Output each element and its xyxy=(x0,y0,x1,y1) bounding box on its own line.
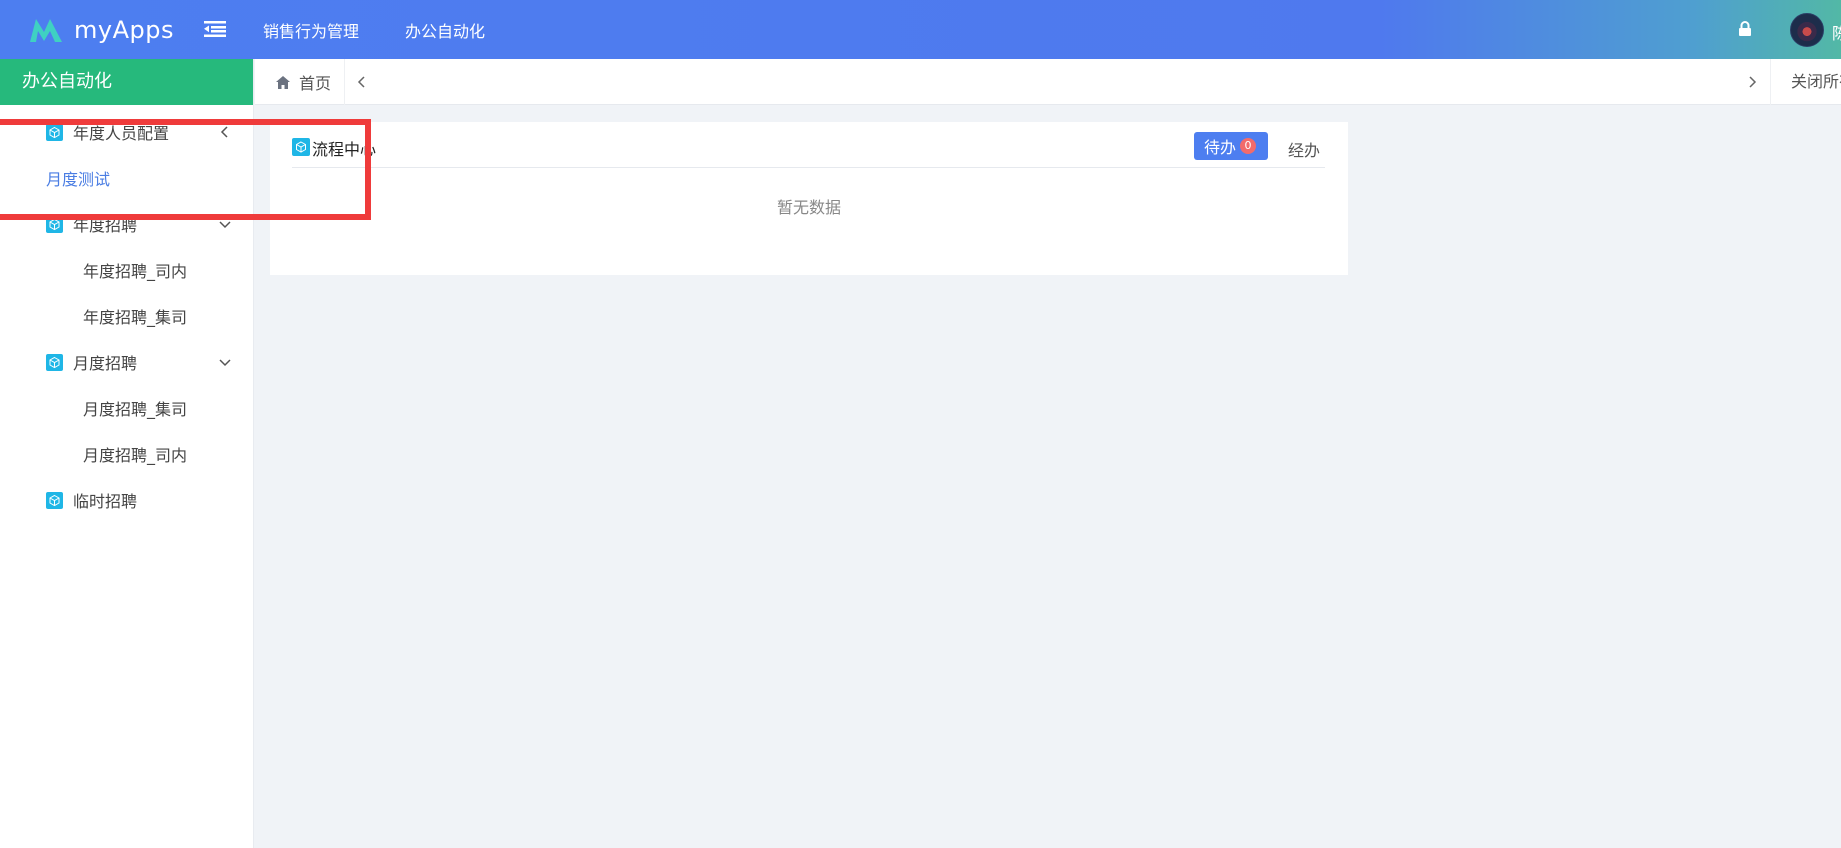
top-header: myApps 销售行为管理 办公自动化 陈 xyxy=(0,0,1841,59)
home-icon xyxy=(276,75,290,89)
sidebar-item-monthly-recruit-group[interactable]: 月度招聘_集司 xyxy=(0,393,254,423)
sidebar-item-label: 年度招聘_集司 xyxy=(83,308,188,327)
cube-icon xyxy=(46,491,63,509)
lock-icon[interactable] xyxy=(1738,21,1752,37)
cube-icon xyxy=(46,353,63,371)
card-header: 流程中心 待办 0 经办 xyxy=(292,122,1325,168)
close-all-tabs-button[interactable]: 关闭所有 xyxy=(1770,59,1841,105)
empty-state-text: 暂无数据 xyxy=(776,198,841,217)
tab-bar: 首页 关闭所有 xyxy=(255,59,1841,105)
sidebar-item-annual-recruit-group[interactable]: 年度招聘_集司 xyxy=(0,301,254,331)
sidebar-item-label: 月度招聘_集司 xyxy=(83,400,188,419)
tab-done[interactable]: 经办 xyxy=(1288,137,1320,161)
chevron-right-icon[interactable] xyxy=(1745,74,1759,90)
chevron-left-icon[interactable] xyxy=(355,74,369,90)
todo-count-badge: 0 xyxy=(1240,138,1257,154)
sidebar-item-label: 临时招聘 xyxy=(73,492,138,511)
sidebar-item-annual-recruit-internal[interactable]: 年度招聘_司内 xyxy=(0,255,254,285)
sidebar-title: 办公自动化 xyxy=(0,59,253,105)
user-name[interactable]: 陈 xyxy=(1832,20,1841,44)
sidebar-item-monthly-recruit-internal[interactable]: 月度招聘_司内 xyxy=(0,439,254,469)
sidebar-item-label: 月度招聘 xyxy=(73,354,138,373)
sidebar-item-label: 月度招聘_司内 xyxy=(83,446,188,465)
sidebar-item-temp-recruit[interactable]: 临时招聘 xyxy=(0,485,254,515)
logo-mark-icon xyxy=(30,19,62,42)
highlight-box xyxy=(0,119,371,220)
menu-toggle-icon[interactable] xyxy=(204,20,226,38)
tab-todo[interactable]: 待办 0 xyxy=(1194,132,1268,160)
process-center-card: 流程中心 待办 0 经办 暂无数据 xyxy=(270,122,1348,275)
chevron-down-icon xyxy=(219,359,231,367)
app-logo[interactable]: myApps xyxy=(28,14,174,46)
sidebar-item-label: 年度招聘_司内 xyxy=(83,262,188,281)
tab-todo-label: 待办 xyxy=(1204,138,1237,157)
top-nav-sales[interactable]: 销售行为管理 xyxy=(263,18,359,42)
top-nav-office[interactable]: 办公自动化 xyxy=(405,18,485,42)
avatar[interactable] xyxy=(1790,13,1824,47)
sidebar-item-monthly-recruit[interactable]: 月度招聘 xyxy=(0,347,254,377)
app-name: myApps xyxy=(74,16,174,44)
top-nav: 销售行为管理 办公自动化 xyxy=(263,0,531,59)
tab-home[interactable]: 首页 xyxy=(255,59,345,105)
tab-home-label: 首页 xyxy=(299,74,332,93)
